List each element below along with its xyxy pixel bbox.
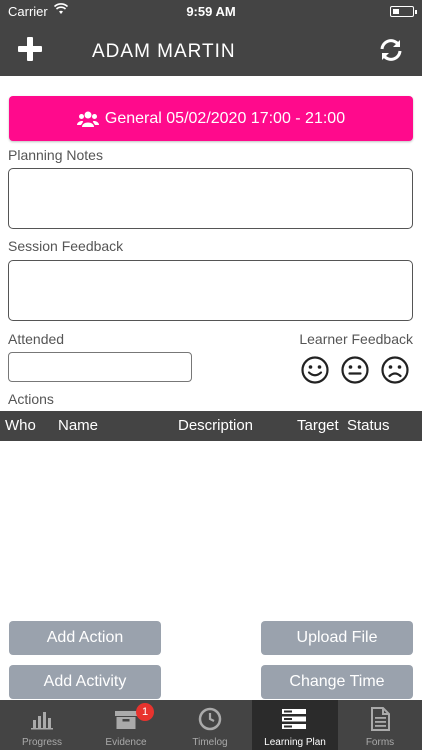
group-users-icon: [76, 111, 99, 127]
server-list-icon: [282, 709, 306, 729]
add-activity-button[interactable]: Add Activity: [9, 665, 161, 699]
add-icon[interactable]: [18, 37, 42, 61]
planning-notes-label: Planning Notes: [8, 147, 103, 163]
tab-label: Learning Plan: [264, 737, 326, 748]
session-feedback-input[interactable]: [8, 260, 413, 321]
tab-timelog[interactable]: Timelog: [168, 700, 252, 750]
change-time-button[interactable]: Change Time: [261, 665, 413, 699]
tab-label: Progress: [21, 737, 62, 748]
attended-label: Attended: [8, 331, 65, 347]
column-header-target: Target: [297, 417, 339, 434]
happy-face-icon[interactable]: [301, 356, 329, 384]
actions-label: Actions: [8, 391, 54, 407]
refresh-icon[interactable]: [378, 37, 404, 63]
tab-forms[interactable]: Forms: [338, 700, 422, 750]
evidence-badge: 1: [136, 703, 154, 721]
archive-box-icon: [115, 711, 137, 729]
column-header-who: Who: [5, 417, 36, 434]
tab-learning-plan[interactable]: Learning Plan: [252, 700, 338, 750]
tab-evidence[interactable]: 1 Evidence: [84, 700, 168, 750]
status-bar: Carrier 9:59 AM: [0, 0, 422, 22]
column-header-description: Description: [178, 417, 254, 434]
tab-label: Forms: [365, 737, 395, 748]
clock-time: 9:59 AM: [186, 4, 236, 19]
tab-label: Evidence: [105, 737, 147, 748]
document-icon: [371, 707, 390, 731]
learner-feedback-label: Learner Feedback: [299, 331, 413, 347]
battery-icon: [390, 6, 417, 17]
session-feedback-label: Session Feedback: [8, 238, 124, 254]
neutral-face-icon[interactable]: [341, 356, 369, 384]
add-action-button[interactable]: Add Action: [9, 621, 161, 655]
planning-notes-input[interactable]: [8, 168, 413, 229]
actions-table-body: [0, 441, 422, 616]
column-header-status: Status: [347, 417, 390, 434]
nav-bar: ADAM MARTIN: [0, 22, 422, 76]
tab-bar: Progress 1 Evidence Timelog Learning Pla…: [0, 700, 422, 750]
tab-progress[interactable]: Progress: [0, 700, 84, 750]
page-title: ADAM MARTIN: [92, 41, 236, 62]
bar-chart-icon: [31, 712, 53, 730]
column-header-name: Name: [58, 417, 99, 434]
session-button[interactable]: General 05/02/2020 17:00 - 21:00: [9, 96, 413, 141]
attended-input[interactable]: [8, 352, 192, 382]
sad-face-icon[interactable]: [381, 356, 409, 384]
tab-label: Timelog: [192, 737, 228, 748]
actions-table-header: Who Name Description Target Status: [0, 411, 422, 441]
session-label: General 05/02/2020 17:00 - 21:00: [104, 109, 346, 127]
clock-icon: [198, 707, 222, 731]
upload-file-button[interactable]: Upload File: [261, 621, 413, 655]
